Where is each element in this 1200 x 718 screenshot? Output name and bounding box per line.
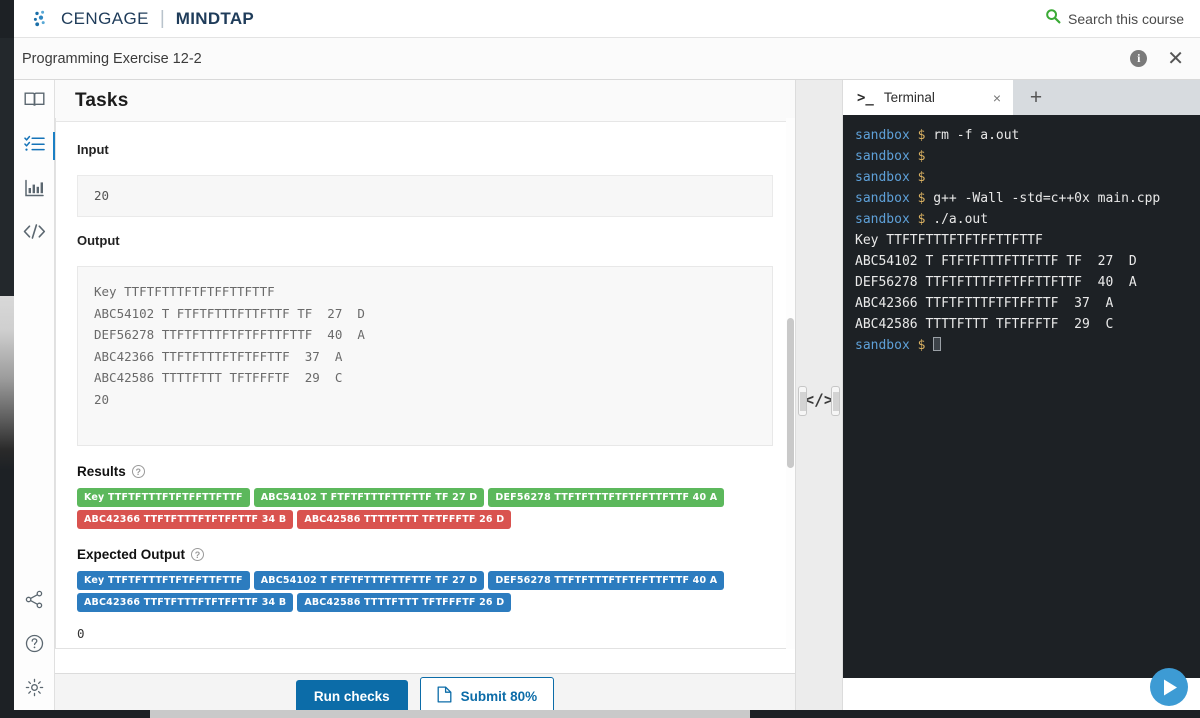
result-badge: DEF56278 TTFTFTTTFTFTFFTTFTTF 40 A <box>488 488 725 507</box>
close-icon[interactable]: × <box>993 90 1001 106</box>
expected-badge-list: Key TTFTFTTTFTFTFFTTFTTF ABC54102 T FTFTF… <box>77 571 773 612</box>
result-badge: ABC42366 TTFTFTTTFTFTFFTTF 34 B <box>77 510 294 529</box>
terminal-line: sandbox $ <box>855 149 926 164</box>
splitter-grip-right[interactable] <box>831 386 840 416</box>
search-label: Search this course <box>1068 10 1184 27</box>
result-badge: ABC42586 TTTTFTTT TFTFFFTF 26 D <box>297 593 512 612</box>
exercise-title-bar: Programming Exercise 12-2 i ✕ <box>14 38 1200 80</box>
tab-terminal[interactable]: >_ Terminal × <box>843 80 1013 115</box>
terminal-line: ABC54102 T FTFTFTTTFTTFTTF TF 27 D <box>855 254 1137 269</box>
results-help-circle-icon[interactable]: ? <box>131 465 145 478</box>
code-icon: </> <box>804 389 834 409</box>
result-badge: Key TTFTFTTTFTFTFFTTFTTF <box>77 571 250 590</box>
left-edge-strip <box>0 0 14 718</box>
panel-splitter[interactable]: </> <box>795 80 843 718</box>
bottom-scroll-strip <box>150 710 750 718</box>
input-label: Input <box>77 142 109 157</box>
result-badge: DEF56278 TTFTFTTTFTFTFFTTFTTF 40 A <box>488 571 725 590</box>
sidebar-item-help[interactable] <box>14 624 55 668</box>
add-terminal-tab-button[interactable]: + <box>1013 80 1059 115</box>
terminal-cursor <box>933 337 942 351</box>
tasks-panel: Tasks Input 20 Output Key TTFTFTTTFTFTFF… <box>55 80 795 673</box>
close-icon[interactable]: ✕ <box>1167 49 1184 69</box>
terminal-output[interactable]: sandbox $ rm -f a.out sandbox $ sandbox $ s… <box>843 115 1200 718</box>
play-icon[interactable] <box>1150 668 1188 706</box>
output-text-box: Key TTFTFTTTFTFTFFTTFTTF ABC54102 T FTFT… <box>77 266 773 446</box>
brand-mindtap-text: MINDTAP <box>175 8 255 28</box>
page-title: Programming Exercise 12-2 <box>22 50 202 67</box>
submit-label: Submit 80% <box>460 688 538 704</box>
tasks-panel-header: Tasks <box>55 80 795 122</box>
expected-output-title: Expected Output <box>77 547 186 562</box>
terminal-tab-label: Terminal <box>883 90 935 105</box>
badge-row: ABC42366 TTFTFTTTFTFTFFTTF 34 B ABC42586 … <box>77 593 773 612</box>
app-root: CENGAGE | MINDTAP Search this course Pro… <box>0 0 1200 718</box>
terminal-line: ABC42366 TTFTFTTTFTFTFFTTF 37 A <box>855 296 1114 311</box>
brand-bar: CENGAGE | MINDTAP Search this course <box>14 0 1200 38</box>
share-icon <box>25 590 44 614</box>
input-value-box: 20 <box>77 175 773 217</box>
terminal-line: sandbox $ g++ -Wall -std=c++0x main.cpp <box>855 191 1161 206</box>
output-label: Output <box>77 233 120 248</box>
terminal-tab-bar: >_ Terminal × + <box>843 80 1200 115</box>
code-icon <box>23 223 46 245</box>
result-badge: ABC54102 T FTFTFTTTFTTFTTF TF 27 D <box>253 571 485 590</box>
left-icon-rail <box>14 80 56 718</box>
brand-cengage-text: CENGAGE <box>61 8 149 28</box>
settings-icon <box>25 678 44 702</box>
badge-row: Key TTFTFTTTFTFTFFTTFTTF ABC54102 T FTFTF… <box>77 488 773 507</box>
checklist-icon <box>23 135 45 157</box>
trailing-value: 0 <box>77 626 85 641</box>
terminal-line: sandbox $ <box>855 170 926 185</box>
result-badge: ABC42586 TTTTFTTT TFTFFFTF 26 D <box>297 510 512 529</box>
cengage-logo-icon <box>32 9 52 29</box>
search-this-course-button[interactable]: Search this course <box>1045 8 1184 29</box>
badge-row: ABC42366 TTFTFTTTFTFTFFTTF 34 B ABC42586 … <box>77 510 773 529</box>
terminal-line: sandbox $ rm -f a.out <box>855 128 1020 143</box>
sidebar-item-share[interactable] <box>14 580 55 624</box>
sidebar-item-code[interactable] <box>14 212 55 256</box>
terminal-panel: >_ Terminal × + sandbox $ rm -f a.out san… <box>843 80 1200 718</box>
tasks-heading: Tasks <box>75 89 129 111</box>
bar-chart-icon <box>24 179 45 202</box>
terminal-bottom-bar <box>843 678 1200 710</box>
results-header: Results ? <box>77 464 773 479</box>
sidebar-item-tasks[interactable] <box>14 124 56 168</box>
badge-row: Key TTFTFTTTFTFTFFTTFTTF ABC54102 T FTFTF… <box>77 571 773 590</box>
help-icon <box>25 634 44 658</box>
results-badge-list: Key TTFTFTTTFTFTFFTTFTTF ABC54102 T FTFTF… <box>77 488 773 529</box>
titlebar-actions: i ✕ <box>1130 49 1184 69</box>
terminal-line: sandbox $ ./a.out <box>855 212 989 227</box>
sidebar-item-settings[interactable] <box>14 668 55 712</box>
cengage-mindtap-logo[interactable]: CENGAGE | MINDTAP <box>32 8 254 30</box>
search-icon <box>1045 8 1061 29</box>
result-badge: ABC42366 TTFTFTTTFTFTFFTTF 34 B <box>77 593 294 612</box>
terminal-line: Key TTFTFTTTFTFTFFTTFTTF <box>855 233 1043 248</box>
expected-help-circle-icon[interactable]: ? <box>191 548 205 561</box>
document-icon <box>437 686 452 706</box>
tasks-scrollbar-thumb[interactable] <box>787 318 794 468</box>
terminal-line: sandbox $ <box>855 335 1188 356</box>
expected-output-header: Expected Output ? <box>77 547 773 562</box>
results-title: Results <box>77 464 126 479</box>
ebook-icon <box>24 91 45 113</box>
run-checks-button[interactable]: Run checks <box>295 679 408 713</box>
result-badge: ABC54102 T FTFTFTTTFTTFTTF TF 27 D <box>253 488 485 507</box>
sidebar-item-ebook[interactable] <box>14 80 55 124</box>
splitter-grip-left[interactable] <box>798 386 807 416</box>
terminal-line: DEF56278 TTFTFTTTFTFTFFTTFTTF 40 A <box>855 275 1137 290</box>
info-icon[interactable]: i <box>1130 50 1148 67</box>
result-badge: Key TTFTFTTTFTFTFFTTFTTF <box>77 488 250 507</box>
terminal-prompt-icon: >_ <box>857 89 874 106</box>
terminal-line: ABC42586 TTTTFTTT TFTFFFTF 29 C <box>855 317 1114 332</box>
brand-separator: | <box>159 7 165 29</box>
tasks-panel-body: Input 20 Output Key TTFTFTTTFTFTFFTTFTTF… <box>55 122 795 641</box>
sidebar-item-progress[interactable] <box>14 168 55 212</box>
